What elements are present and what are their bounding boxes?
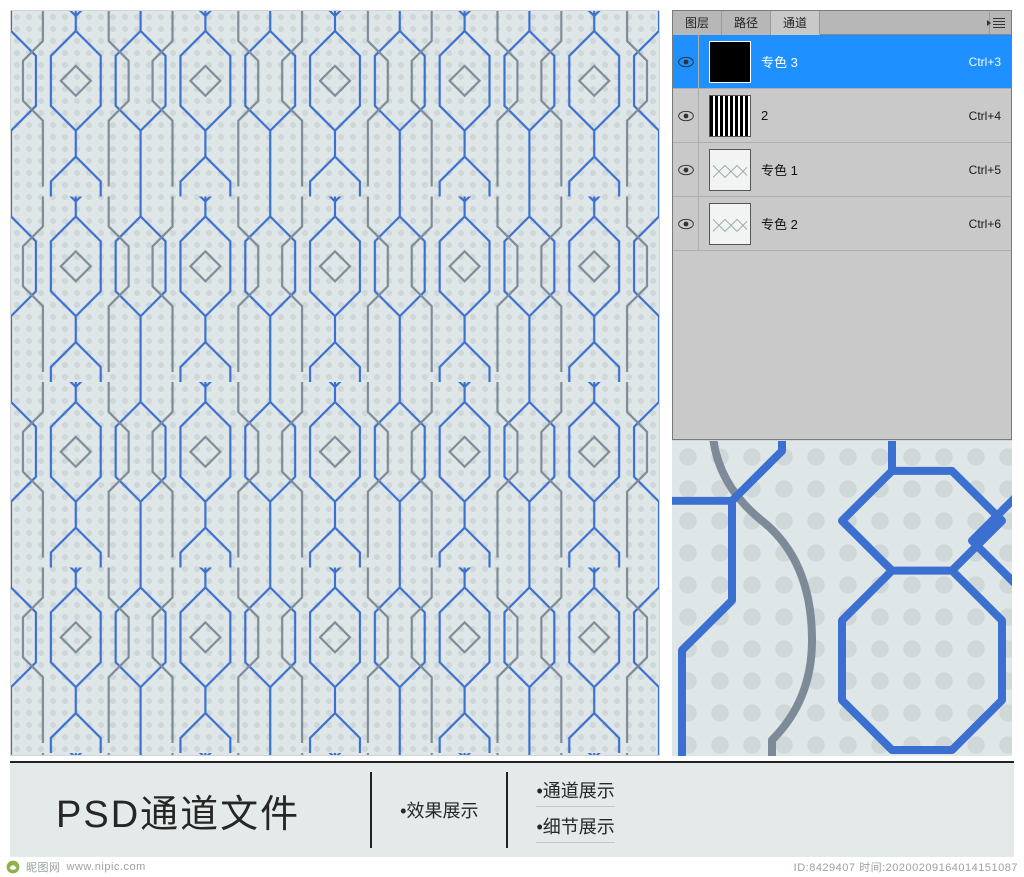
footer-mid-note: •效果展示	[370, 772, 508, 848]
tab-channels-label: 通道	[783, 14, 807, 31]
eye-icon[interactable]	[673, 89, 699, 143]
tab-paths[interactable]: 路径	[722, 11, 771, 35]
footer-title: PSD通道文件	[56, 783, 300, 838]
watermark-right: ID:8429407 时间:20200209164014151087	[794, 859, 1018, 875]
channel-label: 2	[761, 108, 969, 123]
channel-shortcut: Ctrl+4	[969, 109, 1001, 123]
menu-lines-icon	[993, 18, 1005, 19]
watermark-url: www.nipic.com	[67, 861, 146, 873]
channel-label: 专色 3	[761, 52, 969, 71]
channel-label: 专色 1	[761, 160, 969, 179]
channel-row[interactable]: 专色 2Ctrl+6	[673, 197, 1011, 251]
tab-channels[interactable]: 通道	[771, 11, 820, 35]
eye-icon[interactable]	[673, 143, 699, 197]
channel-row[interactable]: 专色 1Ctrl+5	[673, 143, 1011, 197]
tab-paths-label: 路径	[734, 14, 758, 31]
channel-shortcut: Ctrl+3	[969, 55, 1001, 69]
channels-panel: 图层 路径 通道	[672, 10, 1012, 440]
channel-label: 专色 2	[761, 214, 969, 233]
main-preview-image	[10, 10, 660, 756]
tab-layers[interactable]: 图层	[673, 11, 722, 35]
channel-thumbnail	[709, 203, 751, 245]
panel-menu-button[interactable]	[989, 12, 1011, 34]
channel-shortcut: Ctrl+5	[969, 163, 1001, 177]
watermark-left: 昵图网 www.nipic.com	[6, 859, 146, 875]
footer-strip: PSD通道文件 •效果展示 •通道展示 •细节展示	[10, 761, 1014, 857]
menu-triangle-icon	[987, 20, 991, 26]
nipic-logo-icon	[6, 860, 20, 874]
channel-rows: 专色 3Ctrl+32Ctrl+4专色 1Ctrl+5专色 2Ctrl+6	[673, 35, 1011, 439]
detail-preview-image	[672, 440, 1012, 756]
tab-layers-label: 图层	[685, 14, 709, 31]
channel-thumbnail	[709, 95, 751, 137]
channel-row[interactable]: 2Ctrl+4	[673, 89, 1011, 143]
channel-row[interactable]: 专色 3Ctrl+3	[673, 35, 1011, 89]
footer-right-notes: •通道展示 •细节展示	[508, 777, 614, 843]
watermark-site: 昵图网	[26, 859, 61, 875]
footer-note-1: •通道展示	[536, 777, 614, 807]
panel-tab-strip: 图层 路径 通道	[673, 11, 1011, 35]
eye-icon[interactable]	[673, 35, 699, 89]
eye-icon[interactable]	[673, 197, 699, 251]
footer-note-2: •细节展示	[536, 813, 614, 843]
channel-shortcut: Ctrl+6	[969, 217, 1001, 231]
channel-thumbnail	[709, 41, 751, 83]
channel-thumbnail	[709, 149, 751, 191]
